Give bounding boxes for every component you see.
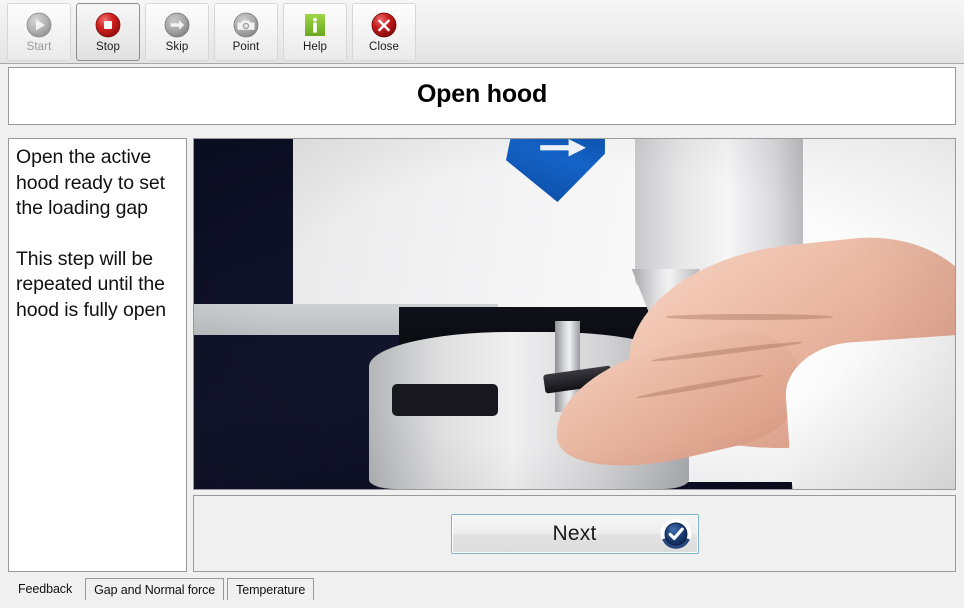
close-button-label: Close [369,40,399,53]
stop-button-label: Stop [95,40,121,53]
help-button[interactable]: Help [283,2,347,61]
step-title-bar: Open hood [8,67,956,125]
stop-circle-icon [94,11,122,39]
camera-icon [232,11,260,39]
tab-temperature[interactable]: Temperature [227,578,315,600]
page-title: Open hood [416,79,548,108]
instruction-paragraph-2: This step will be repeated until the hoo… [16,247,166,321]
play-circle-icon [25,11,53,39]
arrow-right-circle-icon [163,11,191,39]
toolbar: Start Stop Skip Point Help Close [0,0,964,64]
action-panel: Next [193,495,956,572]
close-circle-icon [370,11,398,39]
stop-button[interactable]: Stop [76,2,140,61]
tab-gap-and-normal-force-label: Gap and Normal force [94,582,216,597]
bottom-tab-strip: Feedback Gap and Normal force Temperatur… [0,578,964,608]
close-button[interactable]: Close [352,2,416,61]
skip-button[interactable]: Skip [145,2,209,61]
next-button[interactable]: Next [450,513,699,554]
tab-feedback-label: Feedback [18,582,73,596]
application-window: Start Stop Skip Point Help Close Open ho… [0,0,964,608]
tab-feedback[interactable]: Feedback [8,578,83,600]
instruction-paragraph-1: Open the active hood ready to set the lo… [16,146,165,219]
instructions-panel: Open the active hood ready to set the lo… [8,138,187,572]
tab-temperature-label: Temperature [236,582,306,597]
tab-gap-and-normal-force[interactable]: Gap and Normal force [85,578,225,600]
start-button-label: Start [26,40,52,53]
point-button[interactable]: Point [214,2,278,61]
instrument-photo [194,139,955,489]
help-button-label: Help [302,40,328,53]
point-button-label: Point [232,40,260,53]
step-image-panel [193,138,956,490]
next-button-label: Next [552,521,597,545]
start-button[interactable]: Start [7,2,71,61]
check-circle-icon [658,516,694,552]
photo-vignette [194,139,955,489]
skip-button-label: Skip [165,40,189,53]
info-square-icon [301,11,329,39]
